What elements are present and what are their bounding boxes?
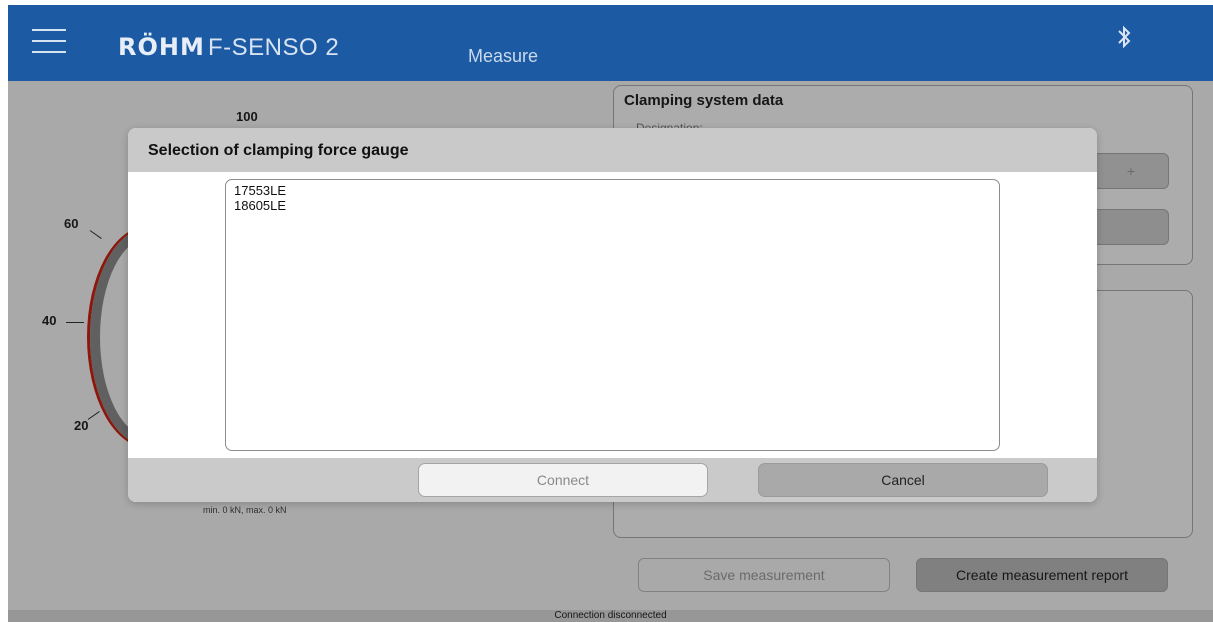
gauge-selection-dialog: Selection of clamping force gauge 17553L… bbox=[128, 128, 1097, 502]
menu-icon[interactable] bbox=[32, 29, 66, 55]
brand-logo: RÖHM bbox=[118, 33, 205, 61]
list-item[interactable]: 17553LE bbox=[234, 183, 991, 198]
dialog-header: Selection of clamping force gauge bbox=[128, 128, 1097, 172]
tab-measure[interactable]: Measure bbox=[468, 46, 538, 67]
list-item[interactable]: 18605LE bbox=[234, 198, 991, 213]
cancel-button[interactable]: Cancel bbox=[758, 463, 1048, 497]
gauge-listbox[interactable]: 17553LE 18605LE bbox=[225, 179, 1000, 451]
app-header: RÖHM F-SENSO 2 Measure bbox=[8, 5, 1213, 81]
product-name: F-SENSO 2 bbox=[208, 34, 340, 61]
connect-button[interactable]: Connect bbox=[418, 463, 708, 497]
dialog-footer: Connect Cancel bbox=[128, 458, 1097, 502]
app-window: RÖHM F-SENSO 2 Measure 100 60 40 20 min.… bbox=[8, 5, 1213, 622]
dialog-title: Selection of clamping force gauge bbox=[148, 142, 409, 159]
bluetooth-icon[interactable] bbox=[1116, 24, 1132, 57]
